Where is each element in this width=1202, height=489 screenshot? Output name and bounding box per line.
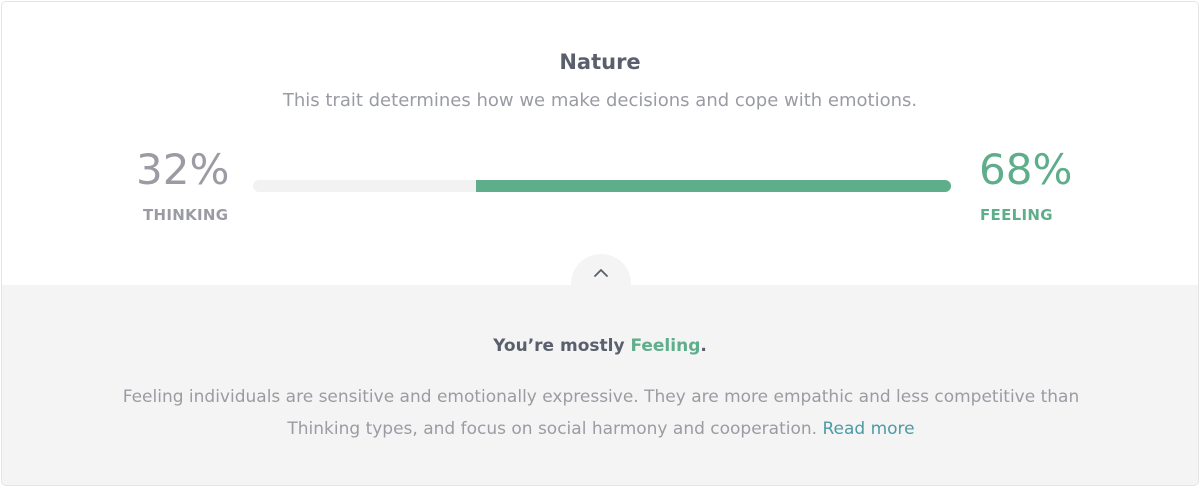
summary-trait: Feeling [630, 336, 701, 356]
thinking-percent: 32% [136, 145, 230, 194]
feeling-percent: 68% [979, 145, 1073, 194]
trait-description: This trait determines how we make decisi… [282, 90, 918, 111]
summary-suffix: . [700, 336, 707, 356]
feeling-label: FEELING [980, 206, 1053, 224]
trait-explanation: Feeling individuals are sensitive and em… [102, 381, 1100, 445]
chevron-up-icon [594, 269, 608, 277]
trait-progress-bar [253, 180, 951, 192]
explanation-text: Feeling individuals are sensitive and em… [122, 387, 1080, 439]
feeling-bar-fill [476, 180, 951, 192]
thinking-label: THINKING [143, 206, 229, 224]
summary-heading: You’re mostly Feeling. [2, 336, 1198, 356]
collapse-toggle-button[interactable] [571, 254, 631, 314]
trait-card: Nature This trait determines how we make… [1, 1, 1199, 486]
summary-prefix: You’re mostly [493, 336, 631, 356]
trait-title: Nature [559, 50, 641, 74]
read-more-link[interactable]: Read more [822, 419, 914, 439]
